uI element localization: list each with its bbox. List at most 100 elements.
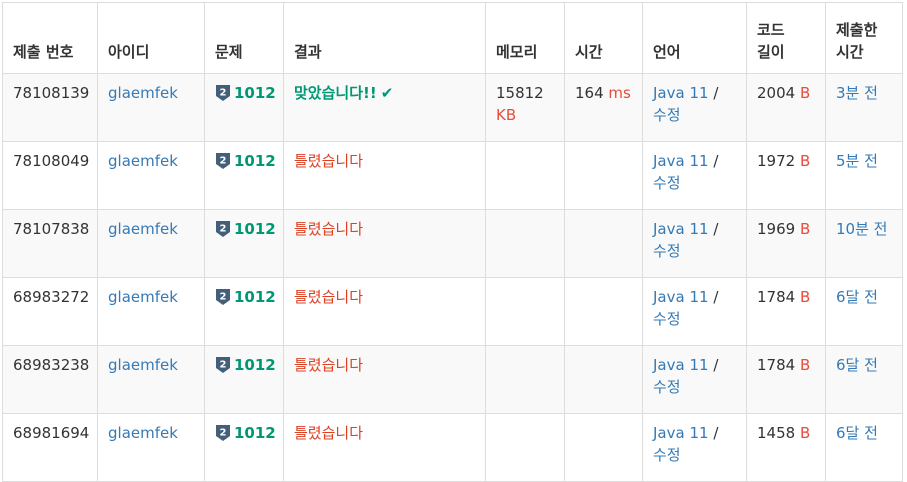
submitted-time-cell: 6달 전: [825, 345, 903, 414]
problem-number: 1012: [234, 152, 276, 170]
silver-tier-icon: 2: [216, 153, 230, 169]
table-row: 68983238 glaemfek 2 1012 틀렸습니다 Java 11 /…: [2, 345, 903, 414]
result-cell: 틀렸습니다: [283, 413, 486, 482]
problem-link[interactable]: 2 1012: [215, 218, 276, 240]
time-cell: [564, 413, 643, 482]
submission-id: 68983238: [13, 356, 90, 374]
header-memory: 메모리: [485, 2, 565, 74]
separator: /: [713, 288, 719, 306]
table-row: 78107838 glaemfek 2 1012 틀렸습니다 Java 11 /…: [2, 209, 903, 278]
submitted-time-cell: 6달 전: [825, 277, 903, 346]
edit-link[interactable]: 수정: [653, 242, 681, 260]
code-length-unit: B: [799, 84, 811, 102]
problem-link[interactable]: 2 1012: [215, 286, 276, 308]
user-link[interactable]: glaemfek: [108, 288, 178, 306]
user-cell: glaemfek: [97, 73, 205, 142]
edit-link[interactable]: 수정: [653, 310, 681, 328]
table-row: 68981694 glaemfek 2 1012 틀렸습니다 Java 11 /…: [2, 413, 903, 482]
code-length-cell: 2004 B: [746, 73, 826, 142]
result-text[interactable]: 틀렸습니다: [294, 288, 363, 306]
code-length-cell: 1972 B: [746, 141, 826, 210]
tier-number: 2: [220, 88, 227, 99]
submitted-time-cell: 5분 전: [825, 141, 903, 210]
separator: /: [713, 356, 719, 374]
language-link[interactable]: Java 11: [653, 424, 709, 442]
edit-link[interactable]: 수정: [653, 378, 681, 396]
result-text[interactable]: 맞았습니다!!: [294, 84, 377, 102]
submission-id: 78107838: [13, 220, 90, 238]
result-text[interactable]: 틀렸습니다: [294, 356, 363, 374]
language-link[interactable]: Java 11: [653, 356, 709, 374]
submitted-time-link[interactable]: 6달 전: [836, 424, 878, 442]
checkmark-icon: ✔: [380, 84, 394, 102]
table-row: 68983272 glaemfek 2 1012 틀렸습니다 Java 11 /…: [2, 277, 903, 346]
problem-cell: 2 1012: [204, 73, 284, 142]
table-header-row: 제출 번호 아이디 문제 결과 메모리 시간 언어 코드 길이 제출한 시간: [2, 2, 903, 74]
user-link[interactable]: glaemfek: [108, 220, 178, 238]
user-link[interactable]: glaemfek: [108, 84, 178, 102]
user-cell: glaemfek: [97, 141, 205, 210]
time-cell: [564, 345, 643, 414]
code-length-value: 1784: [757, 288, 796, 306]
user-link[interactable]: glaemfek: [108, 152, 178, 170]
table-row: 78108139 glaemfek 2 1012 맞았습니다!! ✔ 15812 …: [2, 73, 903, 142]
submitted-time-link[interactable]: 6달 전: [836, 356, 878, 374]
language-link[interactable]: Java 11: [653, 220, 709, 238]
problem-cell: 2 1012: [204, 209, 284, 278]
silver-tier-icon: 2: [216, 425, 230, 441]
submitted-time-cell: 6달 전: [825, 413, 903, 482]
code-length-cell: 1969 B: [746, 209, 826, 278]
edit-link[interactable]: 수정: [653, 174, 681, 192]
separator: /: [713, 220, 719, 238]
edit-link[interactable]: 수정: [653, 446, 681, 464]
separator: /: [713, 152, 719, 170]
time-value: 164: [575, 84, 604, 102]
result-cell: 틀렸습니다: [283, 209, 486, 278]
submitted-time-link[interactable]: 6달 전: [836, 288, 878, 306]
submission-id-cell: 78107838: [2, 209, 98, 278]
code-length-cell: 1784 B: [746, 345, 826, 414]
table-row: 78108049 glaemfek 2 1012 틀렸습니다 Java 11 /…: [2, 141, 903, 210]
submission-status-table: 제출 번호 아이디 문제 결과 메모리 시간 언어 코드 길이 제출한 시간 7…: [2, 2, 903, 482]
language-cell: Java 11 / 수정: [642, 73, 747, 142]
code-length-cell: 1784 B: [746, 277, 826, 346]
separator: /: [713, 84, 719, 102]
submitted-time-link[interactable]: 5분 전: [836, 152, 878, 170]
code-length-cell: 1458 B: [746, 413, 826, 482]
silver-tier-icon: 2: [216, 85, 230, 101]
language-link[interactable]: Java 11: [653, 152, 709, 170]
tier-number: 2: [220, 360, 227, 371]
language-link[interactable]: Java 11: [653, 288, 709, 306]
code-length-value: 2004: [757, 84, 796, 102]
problem-number: 1012: [234, 84, 276, 102]
result-text[interactable]: 틀렸습니다: [294, 424, 363, 442]
submitted-time-link[interactable]: 3분 전: [836, 84, 878, 102]
edit-link[interactable]: 수정: [653, 106, 681, 124]
code-length-value: 1972: [757, 152, 796, 170]
result-cell: 맞았습니다!! ✔: [283, 73, 486, 142]
time-unit: ms: [608, 84, 631, 102]
tier-number: 2: [220, 156, 227, 167]
code-length-value: 1784: [757, 356, 796, 374]
user-link[interactable]: glaemfek: [108, 424, 178, 442]
language-link[interactable]: Java 11: [653, 84, 709, 102]
user-link[interactable]: glaemfek: [108, 356, 178, 374]
problem-number: 1012: [234, 220, 276, 238]
user-cell: glaemfek: [97, 277, 205, 346]
header-code-length: 코드 길이: [746, 2, 826, 74]
submitted-time-link[interactable]: 10분 전: [836, 220, 887, 238]
language-cell: Java 11 / 수정: [642, 413, 747, 482]
problem-link[interactable]: 2 1012: [215, 354, 276, 376]
submitted-time-cell: 10분 전: [825, 209, 903, 278]
submission-id: 68983272: [13, 288, 90, 306]
problem-link[interactable]: 2 1012: [215, 422, 276, 444]
result-text[interactable]: 틀렸습니다: [294, 220, 363, 238]
code-length-unit: B: [799, 220, 811, 238]
problem-link[interactable]: 2 1012: [215, 150, 276, 172]
result-cell: 틀렸습니다: [283, 277, 486, 346]
problem-link[interactable]: 2 1012: [215, 82, 276, 104]
tier-number: 2: [220, 292, 227, 303]
header-result: 결과: [283, 2, 486, 74]
user-cell: glaemfek: [97, 413, 205, 482]
result-text[interactable]: 틀렸습니다: [294, 152, 363, 170]
